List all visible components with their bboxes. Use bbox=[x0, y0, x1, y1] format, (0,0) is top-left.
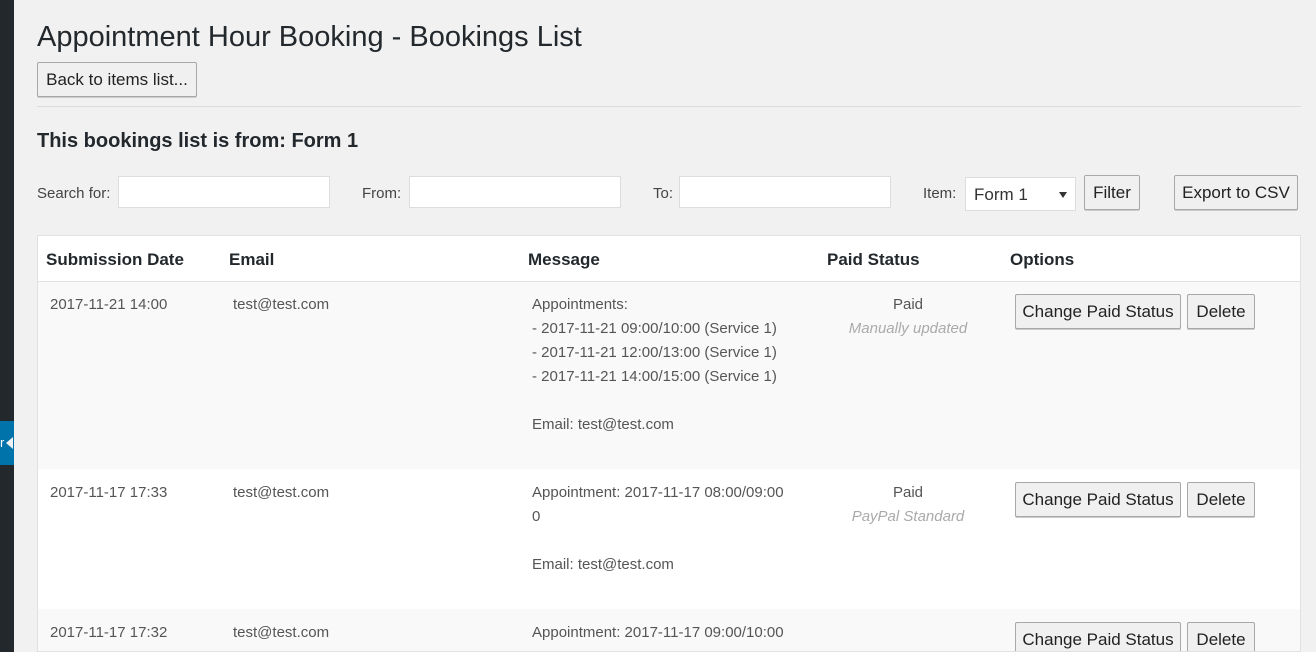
page-title: Appointment Hour Booking - Bookings List bbox=[37, 21, 582, 53]
table-row: 2017-11-21 14:00 test@test.com Appointme… bbox=[38, 282, 1300, 469]
message-line bbox=[532, 389, 777, 413]
item-select-value: Form 1 bbox=[974, 185, 1028, 204]
change-paid-status-button[interactable]: Change Paid Status bbox=[1015, 622, 1181, 651]
back-to-items-button[interactable]: Back to items list... bbox=[37, 62, 197, 97]
row-message: Appointment: 2017-11-17 09:00/10:00 bbox=[532, 621, 784, 645]
divider bbox=[37, 106, 1301, 107]
delete-button[interactable]: Delete bbox=[1187, 622, 1255, 651]
search-label: Search for: bbox=[37, 185, 111, 202]
chevron-down-icon bbox=[1059, 192, 1067, 198]
header-submission-date: Submission Date bbox=[46, 250, 184, 269]
message-line: - 2017-11-21 09:00/10:00 (Service 1) bbox=[532, 320, 777, 337]
from-label: From: bbox=[362, 185, 402, 202]
row-message: Appointments: - 2017-11-21 09:00/10:00 (… bbox=[532, 293, 777, 437]
paid-status-note: PayPal Standard bbox=[851, 508, 965, 525]
message-line: Appointment: 2017-11-17 09:00/10:00 bbox=[532, 624, 784, 641]
to-label: To: bbox=[653, 185, 674, 202]
table-row: 2017-11-17 17:33 test@test.com Appointme… bbox=[38, 469, 1300, 609]
message-line bbox=[532, 529, 784, 553]
sidebar-collapse-text: r bbox=[0, 435, 5, 450]
export-csv-button[interactable]: Export to CSV bbox=[1174, 175, 1298, 210]
delete-button[interactable]: Delete bbox=[1187, 294, 1255, 329]
change-paid-status-button[interactable]: Change Paid Status bbox=[1015, 294, 1181, 329]
row-date: 2017-11-21 14:00 bbox=[50, 296, 168, 313]
message-line: - 2017-11-21 14:00/15:00 (Service 1) bbox=[532, 368, 777, 385]
delete-button[interactable]: Delete bbox=[1187, 482, 1255, 517]
paid-status-note: Manually updated bbox=[848, 320, 968, 337]
row-date: 2017-11-17 17:32 bbox=[50, 624, 168, 641]
message-line: 0 bbox=[532, 508, 541, 525]
message-line: Email: test@test.com bbox=[532, 416, 674, 433]
row-email: test@test.com bbox=[233, 296, 330, 313]
row-date: 2017-11-17 17:33 bbox=[50, 484, 168, 501]
row-email: test@test.com bbox=[233, 624, 330, 641]
sidebar-collapse-tab[interactable]: r bbox=[0, 421, 14, 465]
paid-status-text: Paid bbox=[892, 296, 924, 313]
message-line: - 2017-11-21 12:00/13:00 (Service 1) bbox=[532, 344, 777, 361]
bookings-table: Submission Date Email Message Paid Statu… bbox=[37, 235, 1301, 652]
collapse-arrow-icon bbox=[6, 437, 13, 449]
to-date-input[interactable] bbox=[679, 176, 891, 208]
header-message: Message bbox=[528, 250, 600, 269]
header-email: Email bbox=[229, 250, 275, 269]
row-email: test@test.com bbox=[233, 484, 330, 501]
table-header: Submission Date Email Message Paid Statu… bbox=[38, 236, 1300, 282]
header-paid-status: Paid Status bbox=[827, 250, 920, 269]
row-paid-status: Paid PayPal Standard bbox=[828, 481, 988, 529]
from-date-input[interactable] bbox=[409, 176, 621, 208]
table-row: 2017-11-17 17:32 test@test.com Appointme… bbox=[38, 609, 1300, 651]
search-input[interactable] bbox=[118, 176, 330, 208]
message-line: Appointments: bbox=[532, 296, 628, 313]
header-options: Options bbox=[1010, 250, 1075, 269]
message-line: Email: test@test.com bbox=[532, 556, 674, 573]
item-select[interactable]: Form 1 bbox=[965, 177, 1076, 211]
item-label: Item: bbox=[923, 185, 957, 202]
admin-sidebar bbox=[0, 0, 14, 652]
change-paid-status-button[interactable]: Change Paid Status bbox=[1015, 482, 1181, 517]
row-paid-status: Paid Manually updated bbox=[828, 293, 988, 341]
filter-button[interactable]: Filter bbox=[1084, 175, 1140, 210]
row-message: Appointment: 2017-11-17 08:00/09:00 0 Em… bbox=[532, 481, 784, 577]
message-line: Appointment: 2017-11-17 08:00/09:00 bbox=[532, 484, 784, 501]
paid-status-text: Paid bbox=[892, 484, 924, 501]
list-source-heading: This bookings list is from: Form 1 bbox=[37, 130, 359, 152]
